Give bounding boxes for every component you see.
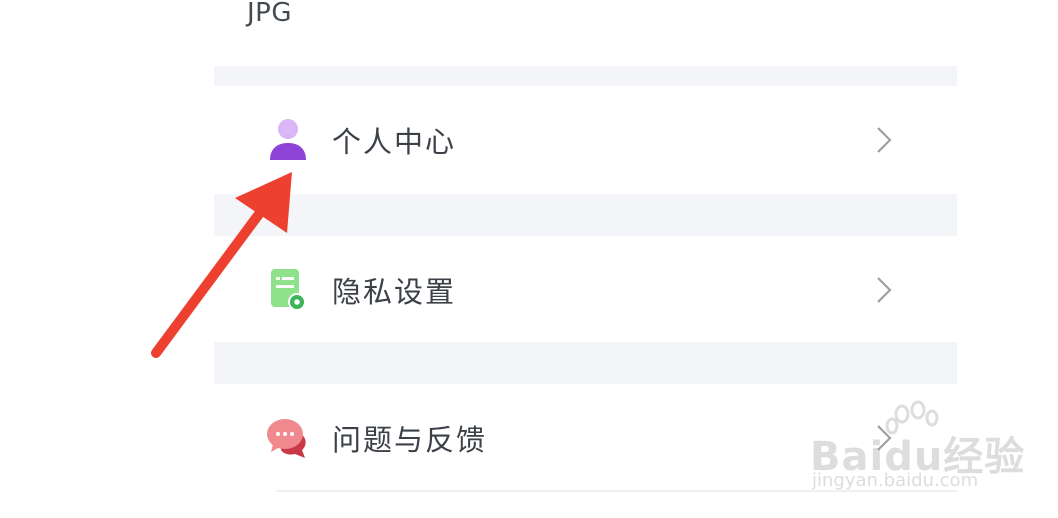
menu-item-label: 隐私设置 [332, 275, 457, 309]
chevron-right-icon [872, 422, 896, 454]
menu-item-label: 个人中心 [332, 125, 457, 159]
settings-panel: JPG 个人中心 隐私设置 问题与反馈 [214, 0, 957, 518]
settings-page: JPG 个人中心 隐私设置 问题与反馈 Baidu经验 jingyan.baid… [0, 0, 1058, 518]
section-spacer [214, 194, 957, 236]
chevron-right-icon [872, 274, 896, 306]
privacy-settings-icon [264, 266, 312, 314]
menu-item-feedback[interactable]: 问题与反馈 [214, 384, 957, 492]
chevron-right-icon [872, 124, 896, 156]
row-divider [276, 490, 957, 492]
feedback-chat-icon [264, 414, 312, 462]
section-spacer [214, 342, 957, 384]
menu-item-privacy-settings[interactable]: 隐私设置 [214, 236, 957, 344]
menu-item-personal-center[interactable]: 个人中心 [214, 86, 957, 194]
section-spacer [214, 66, 957, 86]
person-icon [264, 116, 312, 164]
menu-item-label: 问题与反馈 [332, 423, 488, 457]
format-label: JPG [247, 0, 292, 28]
